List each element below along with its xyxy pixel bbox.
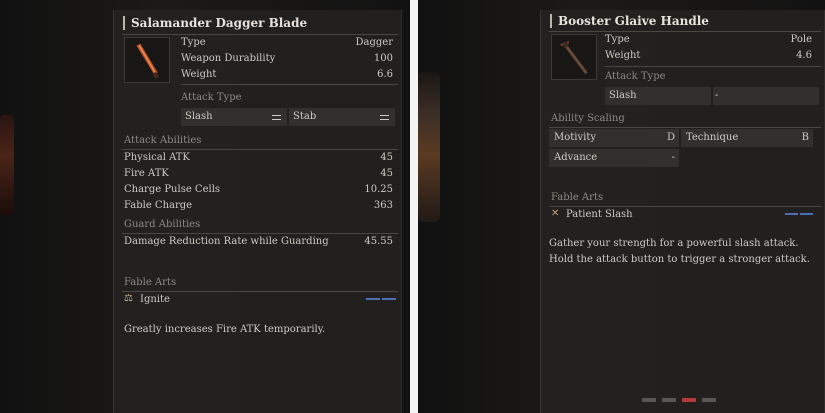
dagger-blade-icon xyxy=(124,37,170,83)
info-value-durability: 100 xyxy=(373,53,393,64)
attack-type-heading: Attack Type xyxy=(605,71,666,82)
stat-label-charge-pulse: Charge Pulse Cells xyxy=(124,184,221,195)
scaling-label-motivity: Motivity xyxy=(554,132,596,143)
image-divider xyxy=(410,0,418,413)
fable-art-name: Ignite xyxy=(140,294,170,305)
item-detail-panel-right: Booster Glaive Handle Type Pole Weight 4… xyxy=(540,10,825,413)
fable-gauge-segment xyxy=(366,298,380,300)
scaling-cell-motivity: Motivity D xyxy=(549,129,679,147)
attack-type-slash-cell: Slash xyxy=(605,87,711,105)
attack-type-slash-cell: Slash xyxy=(181,108,287,126)
character-figure-right xyxy=(418,72,440,222)
info-value-type: Dagger xyxy=(355,37,393,48)
attack-type-stab-cell: Stab xyxy=(289,108,395,126)
guard-abilities-rule xyxy=(122,233,398,234)
guard-abilities-heading: Guard Abilities xyxy=(124,219,201,230)
scaling-cell-advance: Advance - xyxy=(549,149,679,167)
stat-value-damage-reduction: 45.55 xyxy=(364,236,393,247)
info-value-weight: 6.6 xyxy=(377,69,393,80)
attack-type-empty: - xyxy=(715,90,719,101)
stat-value-physical-atk: 45 xyxy=(380,152,393,163)
fable-arts-heading: Fable Arts xyxy=(551,192,604,203)
stat-label-physical-atk: Physical ATK xyxy=(124,152,190,163)
stat-label-fire-atk: Fire ATK xyxy=(124,168,169,179)
info-label-type: Type xyxy=(605,34,630,45)
info-rule xyxy=(181,84,398,85)
item-detail-panel-left: Salamander Dagger Blade Type Dagger Weap… xyxy=(113,10,402,413)
scaling-value-advance: - xyxy=(671,152,675,163)
attack-type-heading: Attack Type xyxy=(181,92,242,103)
fable-arts-heading: Fable Arts xyxy=(124,277,177,288)
fable-gauge-segment xyxy=(800,213,813,215)
info-label-type: Type xyxy=(181,37,206,48)
info-value-type: Pole xyxy=(790,34,812,45)
stat-value-fire-atk: 45 xyxy=(380,168,393,179)
ability-scaling-rule xyxy=(549,127,821,128)
page-indicator-2[interactable] xyxy=(662,398,676,402)
info-value-weight: 4.6 xyxy=(796,50,812,61)
attack-abilities-rule xyxy=(122,149,398,150)
attack-type-slash: Slash xyxy=(609,90,637,101)
info-label-weight: Weight xyxy=(605,50,641,61)
item-title: Salamander Dagger Blade xyxy=(123,16,307,30)
character-figure-left xyxy=(0,115,14,215)
page-indicator-1[interactable] xyxy=(642,398,656,402)
info-label-durability: Weapon Durability xyxy=(181,53,276,64)
fable-art-name: Patient Slash xyxy=(566,209,633,220)
scaling-label-technique: Technique xyxy=(686,132,739,143)
page-indicator-4[interactable] xyxy=(702,398,716,402)
scaling-value-technique: B xyxy=(801,132,809,143)
stat-value-fable-charge: 363 xyxy=(373,200,393,211)
fable-art-description-line-1: Gather your strength for a powerful slas… xyxy=(549,238,799,249)
title-rule xyxy=(122,34,398,35)
stat-value-charge-pulse: 10.25 xyxy=(364,184,393,195)
fable-gauge-segment xyxy=(382,298,396,300)
scales-icon: ⚖ xyxy=(124,293,133,304)
ability-scaling-heading: Ability Scaling xyxy=(551,113,625,124)
scaling-value-motivity: D xyxy=(666,132,675,143)
info-label-weight: Weight xyxy=(181,69,217,80)
slash-type-icon xyxy=(272,115,281,120)
title-rule xyxy=(549,31,821,32)
scaling-cell-technique: Technique B xyxy=(681,129,813,147)
page-indicator-3[interactable] xyxy=(682,398,696,402)
stat-label-damage-reduction: Damage Reduction Rate while Guarding xyxy=(124,236,329,247)
attack-abilities-heading: Attack Abilities xyxy=(124,135,202,146)
info-rule xyxy=(605,66,821,67)
stat-label-fable-charge: Fable Charge xyxy=(124,200,193,211)
fable-art-description-line-2: Hold the attack button to trigger a stro… xyxy=(549,254,810,265)
fable-arts-rule xyxy=(122,291,398,292)
item-title: Booster Glaive Handle xyxy=(550,14,709,28)
attack-type-slash: Slash xyxy=(185,111,213,122)
fable-art-description: Greatly increases Fire ATK temporarily. xyxy=(124,324,326,335)
glaive-handle-icon xyxy=(551,34,597,80)
fable-gauge-segment xyxy=(785,213,798,215)
attack-type-stab: Stab xyxy=(293,111,317,122)
crossed-swords-icon: ✕ xyxy=(551,208,560,219)
attack-type-empty-cell: - xyxy=(713,87,819,105)
scaling-label-advance: Advance xyxy=(554,152,598,163)
stab-type-icon xyxy=(380,115,389,120)
fable-arts-rule xyxy=(549,206,821,207)
